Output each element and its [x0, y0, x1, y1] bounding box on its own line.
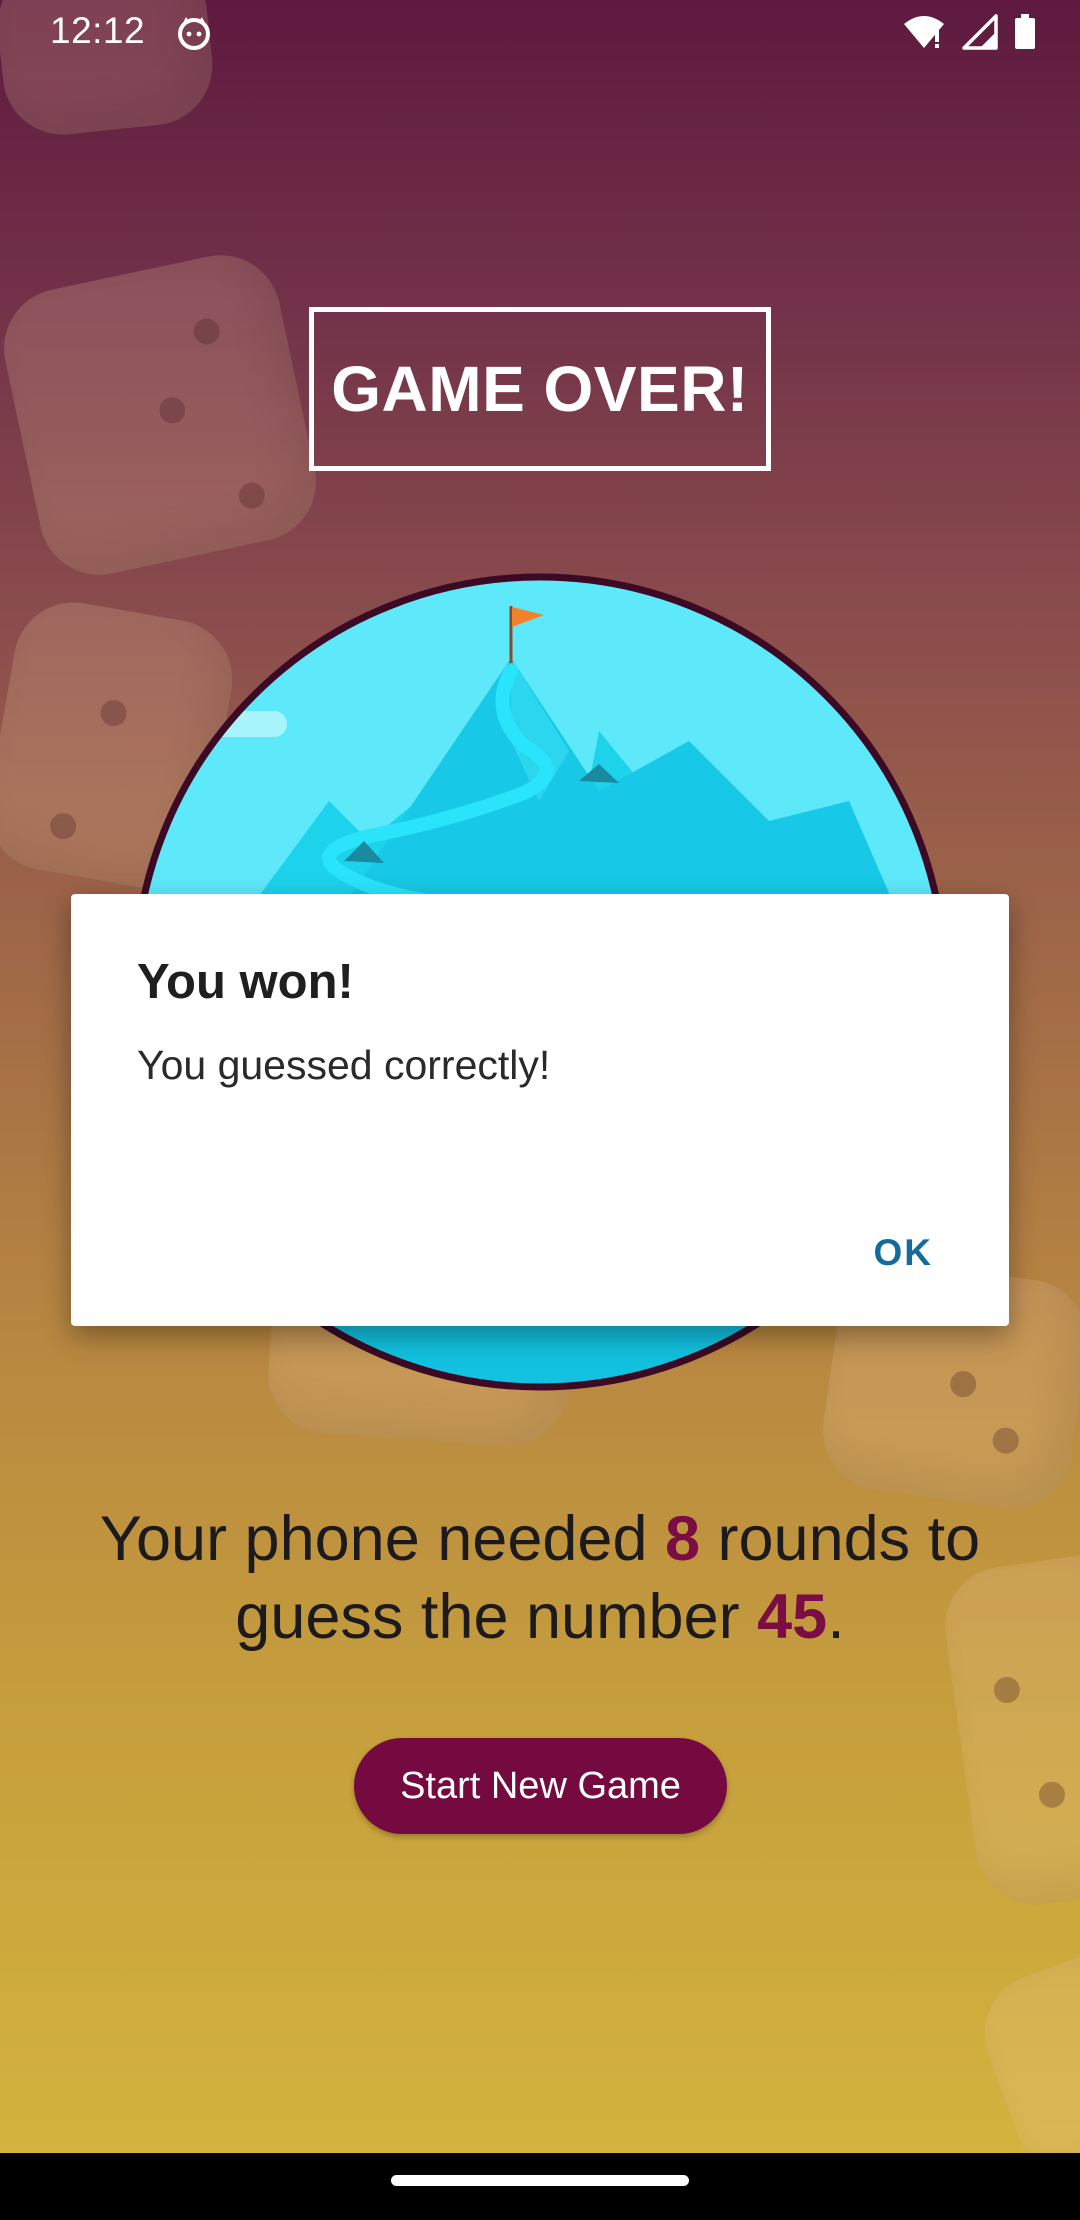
navigation-bar	[0, 2153, 1080, 2220]
dialog-message: You guessed correctly!	[137, 1042, 551, 1088]
game-over-screen: 12:12 GAME OVER! Your phone needed 8 rou…	[0, 0, 1080, 2153]
dialog-title: You won!	[137, 955, 354, 1009]
you-won-dialog: You won! You guessed correctly! OK	[71, 894, 1009, 1326]
home-gesture-handle[interactable]	[391, 2175, 689, 2186]
ok-button[interactable]: OK	[864, 1226, 944, 1280]
